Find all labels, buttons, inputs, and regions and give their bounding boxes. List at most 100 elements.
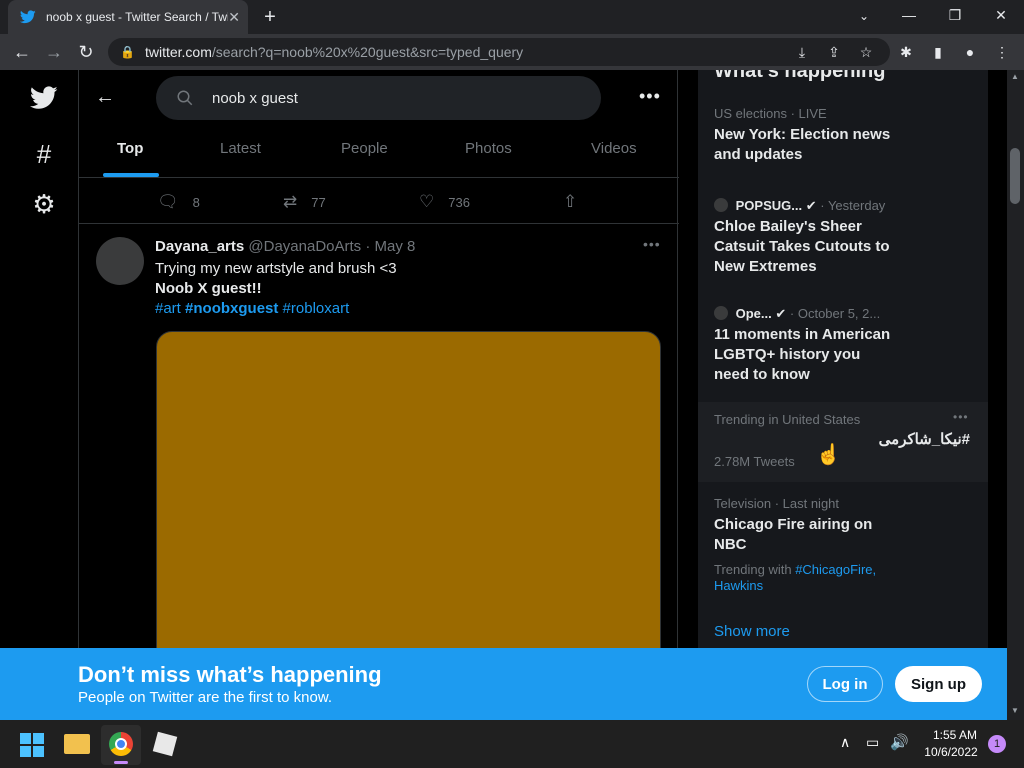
source-name: Ope... bbox=[735, 306, 772, 321]
row-divider bbox=[79, 223, 679, 224]
file-explorer-icon[interactable] bbox=[64, 734, 90, 754]
tab-videos[interactable]: Videos bbox=[591, 140, 637, 176]
source-name: POPSUG... bbox=[735, 198, 803, 213]
panel-header: What’s happening bbox=[714, 70, 886, 82]
tweet-author-handle[interactable]: @DayanaDoArts bbox=[248, 238, 361, 255]
page-scrollbar[interactable]: ▲ ▼ bbox=[1007, 70, 1024, 720]
roblox-icon[interactable] bbox=[152, 731, 178, 757]
network-icon[interactable]: ▭ bbox=[866, 734, 879, 751]
reload-icon[interactable]: ↻ bbox=[70, 34, 102, 70]
verified-icon: ✔ bbox=[805, 198, 817, 213]
tab-people[interactable]: People bbox=[341, 140, 388, 176]
main-column: ← noob x guest ••• Top Latest People Pho… bbox=[78, 70, 679, 720]
login-banner: Don’t miss what’s happening People on Tw… bbox=[0, 648, 1007, 720]
log-in-button[interactable]: Log in bbox=[807, 666, 883, 702]
trend-title[interactable]: #نیکا_شاکرمی bbox=[848, 430, 970, 448]
browser-titlebar: noob x guest - Twitter Search / Twitter … bbox=[0, 0, 1024, 34]
hashtag-art[interactable]: #art bbox=[155, 300, 181, 317]
source-time: · Yesterday bbox=[820, 198, 886, 213]
windows-start-icon[interactable] bbox=[20, 733, 44, 757]
tweet-sep: · bbox=[365, 238, 371, 255]
profile-icon[interactable]: ● bbox=[958, 38, 982, 66]
tweet-more-icon[interactable]: ••• bbox=[643, 236, 661, 252]
chrome-icon[interactable] bbox=[109, 732, 133, 756]
scroll-up-icon[interactable]: ▲ bbox=[1011, 72, 1019, 81]
like-count: 736 bbox=[448, 194, 470, 210]
side-panel-icon[interactable]: ▮ bbox=[926, 38, 950, 66]
url-path: /search?q=noob%20x%20guest&src=typed_que… bbox=[211, 44, 524, 60]
like-button[interactable]: ♡ 736 bbox=[419, 192, 470, 212]
reply-button[interactable]: 🗨 8 bbox=[157, 192, 200, 212]
volume-icon[interactable]: 🔊 bbox=[890, 733, 909, 751]
more-options-icon[interactable]: ••• bbox=[639, 86, 661, 107]
back-arrow-icon[interactable]: ← bbox=[6, 34, 38, 70]
trend-title[interactable]: Chloe Bailey's Sheer Catsuit Takes Cutou… bbox=[714, 217, 904, 277]
windows-taskbar: ∧ ▭ 🔊 1:55 AM 10/6/2022 1 bbox=[0, 720, 1024, 768]
trend-title[interactable]: New York: Election news and updates bbox=[714, 125, 914, 165]
tab-title: noob x guest - Twitter Search / Twitter bbox=[46, 10, 229, 24]
tweet-date[interactable]: May 8 bbox=[375, 238, 416, 255]
close-button[interactable]: ✕ bbox=[978, 0, 1024, 30]
trend-title[interactable]: Chicago Fire airing on NBC bbox=[714, 515, 884, 555]
tab-close-icon[interactable]: ✕ bbox=[228, 9, 240, 26]
trending-with-label: Trending with bbox=[714, 562, 792, 577]
hashtag-noobxguest[interactable]: #noobxguest bbox=[185, 300, 278, 317]
tweet-author-name[interactable]: Dayana_arts bbox=[155, 238, 244, 255]
reply-icon: 🗨 bbox=[157, 192, 179, 211]
trending-with-tag[interactable]: Hawkins bbox=[714, 578, 763, 593]
notification-badge[interactable]: 1 bbox=[988, 735, 1006, 753]
tab-top[interactable]: Top bbox=[117, 140, 143, 176]
browser-toolbar: ← → ↻ 🔒 twitter.com/search?q=noob%20x%20… bbox=[0, 34, 1024, 70]
hand-cursor-icon: ☝ bbox=[816, 444, 841, 466]
twitter-logo-icon[interactable] bbox=[28, 82, 60, 114]
trend-tweet-count: 2.78M Tweets bbox=[714, 454, 795, 469]
hashtag-robloxart[interactable]: #robloxart bbox=[283, 300, 350, 317]
lock-icon: 🔒 bbox=[120, 45, 135, 59]
share-icon: ⇧ bbox=[563, 192, 578, 211]
whats-happening-panel: What’s happening US elections · LIVE New… bbox=[698, 70, 988, 720]
settings-gear-icon[interactable]: ⚙ bbox=[28, 188, 60, 220]
tweet-header: Dayana_arts @DayanaDoArts · May 8 bbox=[155, 238, 415, 255]
trend-title[interactable]: 11 moments in American LGBTQ+ history yo… bbox=[714, 325, 899, 385]
scroll-down-icon[interactable]: ▼ bbox=[1011, 706, 1019, 715]
extensions-icon[interactable]: ✱ bbox=[894, 38, 918, 66]
clock-date[interactable]: 10/6/2022 bbox=[918, 745, 984, 759]
share-icon[interactable]: ⇪ bbox=[822, 38, 846, 66]
trend-more-icon[interactable]: ••• bbox=[953, 410, 969, 424]
trend-meta: US elections · LIVE bbox=[714, 106, 827, 121]
install-app-icon[interactable]: ⤓ bbox=[790, 38, 814, 66]
explore-hashtag-icon[interactable]: # bbox=[28, 138, 60, 170]
sign-up-button[interactable]: Sign up bbox=[895, 666, 982, 702]
address-bar[interactable]: 🔒 twitter.com/search?q=noob%20x%20guest&… bbox=[108, 38, 890, 66]
tab-photos[interactable]: Photos bbox=[465, 140, 512, 176]
minimize-button[interactable]: — bbox=[886, 0, 932, 30]
retweet-button[interactable]: ⇄ 77 bbox=[283, 192, 326, 212]
clock-time[interactable]: 1:55 AM bbox=[922, 728, 988, 742]
trend-meta: Trending in United States bbox=[714, 412, 861, 427]
new-tab-icon[interactable]: + bbox=[256, 4, 284, 30]
maximize-button[interactable]: ❐ bbox=[932, 0, 978, 30]
search-input[interactable]: noob x guest bbox=[156, 76, 601, 120]
show-hidden-icons[interactable]: ∧ bbox=[840, 734, 850, 751]
back-arrow-icon[interactable]: ← bbox=[95, 86, 119, 110]
tweet-text-line-1: Trying my new artstyle and brush <3 bbox=[155, 260, 397, 277]
url-host: twitter.com bbox=[144, 44, 212, 60]
trend-source-row: Ope... ✔ · October 5, 2... bbox=[714, 306, 880, 322]
twitter-bird-icon bbox=[20, 10, 36, 24]
tab-search-icon[interactable]: ⌄ bbox=[852, 4, 876, 28]
avatar[interactable] bbox=[96, 237, 144, 285]
trending-with-tag[interactable]: #ChicagoFire, bbox=[795, 562, 876, 577]
scrollbar-thumb[interactable] bbox=[1010, 148, 1020, 204]
browser-tab[interactable]: noob x guest - Twitter Search / Twitter … bbox=[8, 0, 248, 34]
twitter-page: # ⚙ ← noob x guest ••• Top Latest People… bbox=[0, 70, 1024, 720]
share-button[interactable]: ⇧ bbox=[563, 192, 591, 212]
search-query: noob x guest bbox=[212, 89, 298, 107]
tab-latest[interactable]: Latest bbox=[220, 140, 261, 176]
trending-with: Trending with #ChicagoFire, bbox=[714, 562, 876, 577]
source-avatar bbox=[714, 306, 728, 320]
forward-arrow-icon[interactable]: → bbox=[38, 34, 70, 70]
bookmark-star-icon[interactable]: ☆ bbox=[854, 38, 878, 66]
chrome-active-indicator bbox=[114, 761, 128, 764]
menu-kebab-icon[interactable]: ⋮ bbox=[990, 38, 1014, 66]
show-more-link[interactable]: Show more bbox=[714, 623, 790, 640]
